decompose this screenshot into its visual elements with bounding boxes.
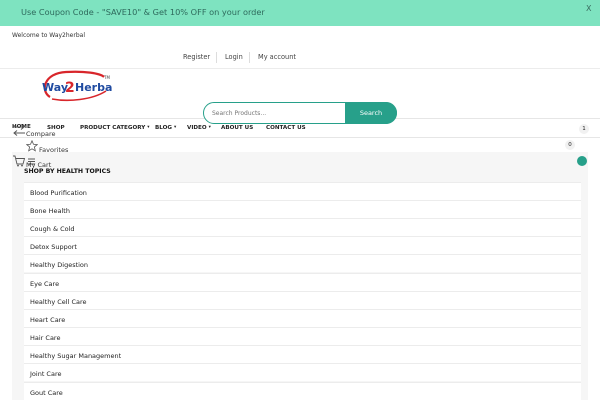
menu-item-hair-care[interactable]: Hair Care [24, 327, 581, 345]
nav-contact-us[interactable]: CONTACT US [266, 125, 306, 131]
nav-video[interactable]: VIDEO ▾ [187, 125, 211, 131]
search-box: Search [203, 101, 397, 124]
login-link[interactable]: Login [225, 53, 243, 61]
cart-count-badge: 0 [577, 156, 587, 166]
register-link[interactable]: Register [183, 53, 210, 61]
close-icon[interactable]: X [586, 4, 591, 13]
compare-icon [13, 124, 25, 136]
nav-blog[interactable]: BLOG ▾ [155, 125, 176, 131]
nav-product-category[interactable]: PRODUCT CATEGORY ▾ [80, 125, 150, 131]
logo-word-herbal: Herbal [75, 81, 113, 94]
logo-trademark: TM [103, 75, 110, 80]
menu-item-healthy-cell-care[interactable]: Healthy Cell Care [24, 291, 581, 309]
account-links: Register Login My account [0, 52, 600, 63]
menu-item-gout-care[interactable]: Gout Care [24, 382, 581, 400]
divider [216, 52, 217, 63]
welcome-text: Welcome to Way2herbal [12, 32, 85, 39]
search-input[interactable] [212, 107, 342, 120]
my-account-link[interactable]: My account [258, 53, 296, 61]
menu-item-blood-purification[interactable]: Blood Purification [24, 182, 581, 200]
compare-count-badge: 1 [579, 124, 589, 134]
favorites-count-badge: 0 [565, 140, 575, 150]
promo-text: Use Coupon Code - "SAVE10" & Get 10% OFF… [21, 7, 265, 17]
menu-item-eye-care[interactable]: Eye Care [24, 273, 581, 291]
logo[interactable]: Way 2 Herbal TM [38, 69, 113, 103]
nav-about-us[interactable]: ABOUT US [221, 125, 253, 131]
menu-item-healthy-digestion[interactable]: Healthy Digestion [24, 254, 581, 272]
logo-digit: 2 [65, 80, 75, 96]
chevron-down-icon: ▾ [147, 125, 150, 130]
divider [249, 52, 250, 63]
health-topics-heading: SHOP BY HEALTH TOPICS [24, 168, 111, 175]
promo-bar: Use Coupon Code - "SAVE10" & Get 10% OFF… [0, 0, 600, 26]
menu-item-joint-care[interactable]: Joint Care [24, 363, 581, 381]
compare-link[interactable]: Compare [26, 130, 56, 138]
menu-item-detox-support[interactable]: Detox Support [24, 236, 581, 254]
chevron-down-icon: ▾ [173, 125, 177, 130]
menu-item-heart-care[interactable]: Heart Care [24, 309, 581, 327]
search-button[interactable]: Search [345, 101, 397, 124]
menu-item-cough-cold[interactable]: Cough & Cold [24, 218, 581, 236]
star-icon [26, 140, 38, 152]
menu-item-bone-health[interactable]: Bone Health [24, 200, 581, 218]
chevron-down-icon: ▾ [208, 125, 211, 130]
menu-item-healthy-sugar-management[interactable]: Healthy Sugar Management [24, 345, 581, 363]
